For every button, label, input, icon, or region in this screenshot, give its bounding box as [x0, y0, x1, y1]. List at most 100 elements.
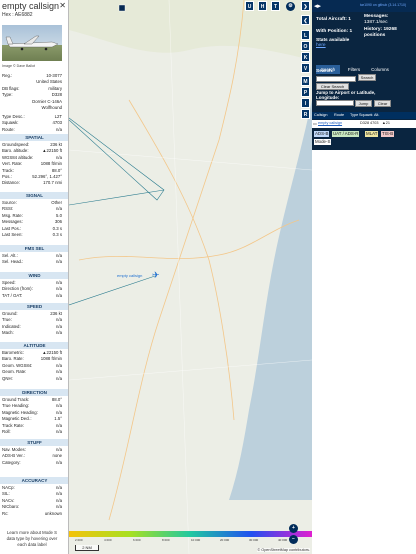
settings-gear-icon[interactable]: ⚙ [286, 2, 295, 11]
jump-input[interactable] [316, 100, 354, 106]
wind-value: n/a [56, 292, 62, 298]
stuff-label: Category: [2, 459, 21, 465]
map-toggle-l-button[interactable]: L [301, 30, 310, 40]
wind-label: Direction (from): [2, 286, 33, 292]
stats-link[interactable]: here [316, 43, 326, 48]
aircraft-photo[interactable] [2, 25, 62, 61]
spatial-row: Distance: 170.7 nmi [2, 180, 62, 185]
map-toggle-m-button[interactable]: M [301, 76, 310, 86]
signal-label: Messages: [2, 219, 23, 225]
legend-badge-tisb[interactable]: TIS-B [381, 131, 395, 137]
search-input[interactable] [316, 76, 356, 82]
spatial-row: Vert. Rate: 1088 ft/min [2, 161, 62, 166]
close-icon[interactable]: ✕ [59, 1, 66, 10]
aircraft-marker[interactable]: ✈ [152, 271, 161, 280]
map-attribution[interactable]: © OpenStreetMap contributors. [257, 548, 310, 552]
direction-value: n/a [56, 429, 62, 434]
accuracy-label: Rc: [2, 510, 9, 516]
signal-value: Other [51, 200, 62, 205]
legend-badge-uat[interactable]: UAT / ADS-R [332, 131, 360, 137]
fms-label: Sel. Alt.: [2, 253, 18, 258]
tab-columns[interactable]: Columns [368, 65, 392, 74]
clear-button[interactable]: Clear [374, 100, 391, 107]
search-button[interactable]: Search [358, 74, 376, 81]
stuff-label: Nav. Modes: [2, 447, 26, 452]
column-header-type[interactable]: Type [350, 113, 358, 117]
accuracy-value: unknown [44, 510, 62, 516]
accuracy-row: NICbaro: n/a [2, 504, 62, 509]
stats-panel: Total Aircraft: 1 Messages: 1387.1/sec W… [312, 12, 416, 150]
map-toggle-u-button[interactable]: U [245, 1, 254, 11]
direction-row: Roll: n/a [2, 429, 62, 434]
direction-label: Ground Track: [2, 397, 30, 402]
spatial-label: Baro. altitude: [2, 148, 29, 154]
type-desc-row: Type Desc.: L2T [2, 114, 62, 119]
legend-badge-adsb[interactable]: ADS-B [314, 131, 330, 137]
spatial-value: 52.296°, 1.427° [32, 174, 62, 179]
speed-label: Mach: [2, 330, 14, 336]
wind-label: Speed: [2, 280, 16, 285]
speed-label: True: [2, 317, 12, 323]
direction-value: 88.0° [51, 397, 62, 402]
altitude-scale-tick: 20 000 [220, 538, 230, 542]
map-view[interactable]: ✈ empty callsign U H T ⚙ ❯ ❮ L O K V M P I R + − 2 N… [69, 0, 312, 554]
version-link[interactable]: tar1090 on github (3.14.1710) [360, 3, 406, 7]
wind-value: n/a [56, 280, 62, 285]
altitude-label: Baro. Rate: [2, 356, 24, 362]
direction-label: Roll: [2, 429, 11, 434]
squawk-row: Squawk: 4703 [2, 120, 62, 125]
zoom-in-button[interactable]: + [289, 524, 298, 533]
country-row: United States [36, 79, 62, 84]
map-toggle-r-button[interactable]: R [301, 109, 310, 119]
signal-row: Source: Other [2, 200, 62, 205]
clear-search-button[interactable]: Clear Search [316, 83, 349, 90]
map-toggle-h-button[interactable]: H [258, 1, 267, 11]
map-toggle-v-button[interactable]: V [301, 63, 310, 73]
column-header-callsign[interactable]: Callsign [314, 113, 328, 117]
stuff-label: ADS-B Ver.: [2, 453, 25, 459]
map-toggle-i-button[interactable]: I [301, 98, 310, 108]
map-toggle-p-button[interactable]: P [301, 87, 310, 97]
direction-label: Track Rate: [2, 422, 25, 428]
map-canvas[interactable] [69, 0, 312, 554]
legend-badge-mlat[interactable]: MLAT [365, 131, 379, 137]
accuracy-row: NACp: n/a [2, 485, 62, 490]
altitude-label: Geom. Rate: [2, 369, 27, 375]
collapse-panel-icon[interactable]: ❮ [301, 15, 310, 25]
legend-badge-modes[interactable]: Mode-S [314, 139, 332, 145]
altitude-scale-tick: 8 000 [162, 538, 170, 542]
signal-value: 5.0 [56, 212, 62, 218]
jump-button[interactable]: Jump [355, 100, 372, 107]
section-fms-heading: FMS SEL [0, 245, 68, 252]
column-header-alt.[interactable]: Alt. [374, 113, 380, 117]
tab-filters[interactable]: Filters [342, 65, 366, 74]
signal-row: Messages: 306 [2, 219, 62, 224]
column-header-squawk[interactable]: Squawk [359, 113, 373, 117]
wind-row: Direction (from): n/a [2, 286, 62, 291]
stuff-row: Nav. Modes: n/a [2, 447, 62, 452]
map-toggle-o-button[interactable]: O [301, 41, 310, 51]
map-toggle-t-button[interactable]: T [271, 1, 280, 11]
altitude-value: ▲22150 ft [42, 350, 62, 355]
total-aircraft: Total Aircraft: 1 [316, 17, 351, 22]
table-cell: ▲21 [382, 121, 390, 125]
footer-note-2: data type by hovering over [6, 536, 58, 541]
section-speed-heading: SPEED [0, 303, 68, 310]
accuracy-label: NACv: [2, 497, 15, 503]
collapse-arrows-icon[interactable]: ◂▸ [314, 2, 321, 10]
column-header-route[interactable]: Route [334, 113, 344, 117]
expand-panel-icon[interactable]: ❯ [301, 1, 310, 11]
reg-link[interactable]: 10-3077 [46, 73, 62, 78]
table-row[interactable]: empty callsign D328 4703 ▲21 ▭ [312, 120, 416, 128]
map-toggle-k-button[interactable]: K [301, 52, 310, 62]
scale-bar: 2 NM [75, 545, 99, 551]
direction-label: Magnetic Decl.: [2, 416, 32, 422]
fms-value: n/a [56, 259, 62, 265]
search-label: Search: [316, 69, 334, 74]
accuracy-row: Rc: unknown [2, 511, 62, 516]
speed-row: Ground: 236 kt [2, 311, 62, 316]
speed-value: 236 kt [50, 311, 62, 316]
table-header: Callsign Route Type Squawk Alt. [312, 112, 416, 119]
spatial-value: 170.7 nmi [43, 180, 62, 186]
stuff-row: Category: n/a [2, 460, 62, 465]
